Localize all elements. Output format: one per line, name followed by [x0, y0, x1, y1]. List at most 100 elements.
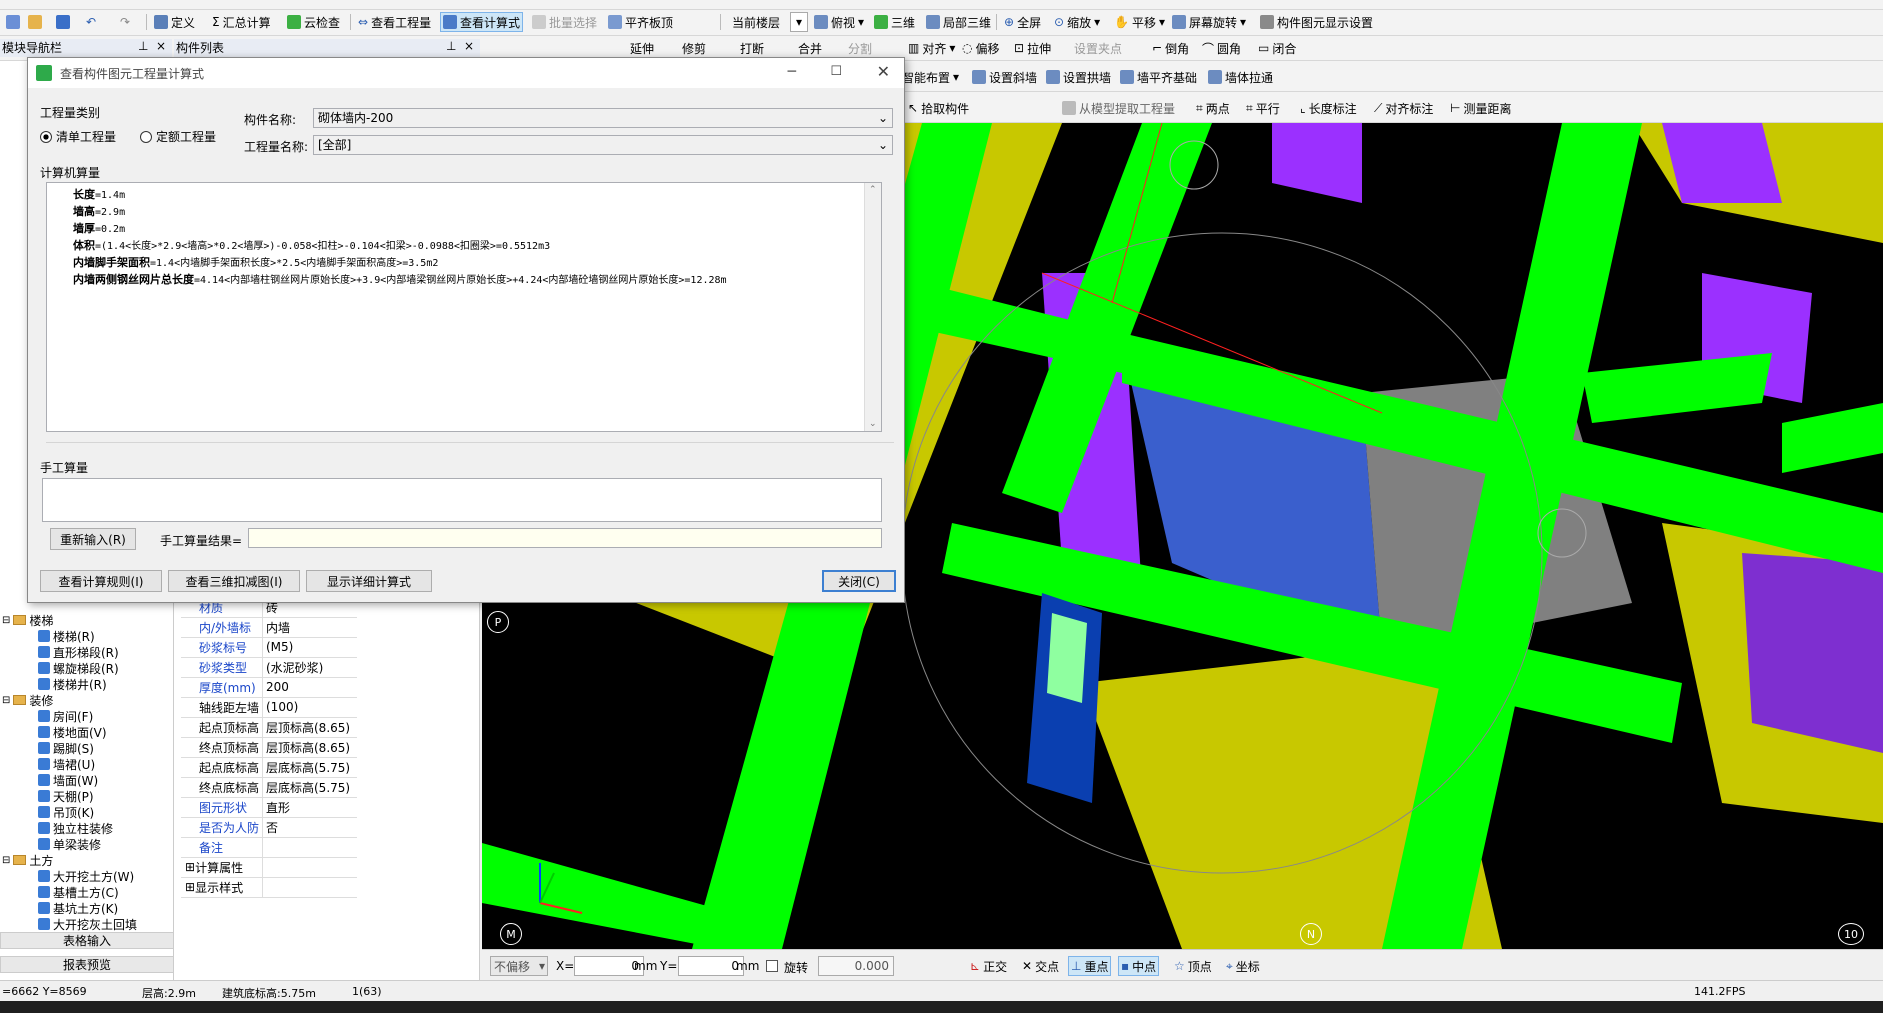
property-row[interactable]: 砂浆标号 (M5) — [181, 637, 357, 658]
manual-result-field[interactable] — [248, 528, 882, 548]
property-value[interactable]: 200 — [263, 677, 357, 697]
screen-rotate-button[interactable]: 屏幕旋转 ▾ — [1170, 12, 1248, 32]
rotate-input[interactable]: 0.000 — [818, 956, 894, 976]
wall-extend-button[interactable]: 墙体拉通 — [1206, 67, 1275, 87]
two-points-button[interactable]: ⌗ 两点 — [1194, 98, 1232, 118]
snap-orthogonal[interactable]: ⊾ 正交 — [968, 956, 1009, 976]
property-value[interactable]: 内墙 — [263, 617, 357, 637]
snap-midpoint[interactable]: ▪ 中点 — [1118, 956, 1160, 976]
tree-item[interactable]: 螺旋梯段(R) — [38, 660, 119, 676]
calc-scrollbar[interactable]: ⌃ ⌄ — [864, 183, 881, 431]
property-row[interactable]: 备注 — [181, 837, 357, 858]
redo-button[interactable]: ↷ — [118, 12, 132, 32]
property-row[interactable]: 内/外墙标 内墙 — [181, 617, 357, 638]
split-button[interactable]: 分割 — [846, 38, 874, 58]
property-value[interactable]: (100) — [263, 697, 357, 717]
property-row[interactable]: ⊞ 显示样式 — [181, 877, 357, 898]
new-file-button[interactable] — [4, 12, 22, 32]
property-value[interactable]: 直形 — [263, 797, 357, 817]
property-row[interactable]: 终点顶标高 层顶标高(8.65) — [181, 737, 357, 758]
merge-button[interactable]: 合并 — [796, 38, 824, 58]
view-quantity-button[interactable]: ⇔ 查看工程量 — [356, 12, 433, 32]
set-grip-button[interactable]: 设置夹点 — [1072, 38, 1124, 58]
property-row[interactable]: 是否为人防否 — [181, 817, 357, 838]
stretch-button[interactable]: ⊡ 拉伸 — [1012, 38, 1053, 58]
reinput-button[interactable]: 重新输入(R) — [50, 528, 136, 550]
close-icon[interactable]: ✕ — [877, 62, 890, 81]
tree-item[interactable]: 大开挖灰土回填 — [38, 916, 137, 932]
trim-button[interactable]: 修剪 — [680, 38, 708, 58]
property-row[interactable]: 厚度(mm) 200 — [181, 677, 357, 698]
collapse-icon[interactable]: ⊟ — [2, 695, 10, 706]
tree-item[interactable]: 墙面(W) — [38, 772, 98, 788]
tree-item[interactable]: 吊顶(K) — [38, 804, 94, 820]
table-input-tab[interactable]: 表格输入 — [0, 932, 174, 949]
snap-vertex[interactable]: ☆ 顶点 — [1172, 956, 1214, 976]
tree-folder[interactable]: ⊟ 装修 — [2, 692, 53, 708]
set-arch-wall-button[interactable]: 设置拱墙 — [1044, 67, 1113, 87]
computer-calc-text[interactable]: 长度=1.4m 墙高=2.9m 墙厚=0.2m 体积=(1.4<长度>*2.9<墙高>… — [46, 182, 882, 432]
extend-button[interactable]: 延伸 — [628, 38, 656, 58]
tree-item[interactable]: 基坑土方(K) — [38, 900, 118, 916]
bill-quantity-radio[interactable]: 清单工程量 — [40, 128, 116, 145]
tree-item[interactable]: 基槽土方(C) — [38, 884, 119, 900]
show-detail-button[interactable]: 显示详细计算式 — [306, 570, 432, 592]
expand-icon[interactable]: ⊞ — [185, 880, 195, 894]
3d-button[interactable]: 三维 — [872, 12, 917, 32]
parallel-button[interactable]: ⌗ 平行 — [1244, 98, 1282, 118]
chamfer-button[interactable]: ⌐ 倒角 — [1150, 38, 1191, 58]
tree-item[interactable]: 直形梯段(R) — [38, 644, 119, 660]
break-button[interactable]: 打断 — [738, 38, 766, 58]
property-row[interactable]: 起点底标高 层底标高(5.75) — [181, 757, 357, 778]
manual-calc-input[interactable] — [42, 478, 882, 522]
save-button[interactable] — [54, 12, 72, 32]
property-value[interactable]: 层顶标高(8.65) — [263, 717, 357, 737]
scroll-up-icon[interactable]: ⌃ — [869, 185, 877, 195]
offset-button[interactable]: ◌ 偏移 — [960, 38, 1002, 58]
property-row[interactable]: ⊞ 计算属性 — [181, 857, 357, 878]
close-icon[interactable]: × — [156, 39, 166, 53]
offset-mode-select[interactable]: 不偏移 ▾ — [490, 956, 548, 976]
snap-intersection[interactable]: ✕ 交点 — [1020, 956, 1061, 976]
property-value[interactable]: 否 — [263, 817, 357, 837]
zoom-button[interactable]: ⊙ 缩放 ▾ — [1052, 12, 1102, 32]
open-file-button[interactable] — [26, 12, 44, 32]
rotate-checkbox[interactable] — [766, 960, 778, 972]
property-row[interactable]: 图元形状 直形 — [181, 797, 357, 818]
tree-item[interactable]: 楼梯(R) — [38, 628, 95, 644]
quota-quantity-radio[interactable]: 定额工程量 — [140, 128, 216, 145]
snap-perpendicular[interactable]: ⊥ 重点 — [1068, 956, 1112, 976]
summary-calc-button[interactable]: Σ 汇总计算 — [210, 12, 273, 32]
property-value[interactable] — [263, 857, 357, 877]
tree-item[interactable]: 天棚(P) — [38, 788, 94, 804]
expand-icon[interactable]: ⊞ — [185, 860, 195, 874]
wall-flush-foundation-button[interactable]: 墙平齐基础 — [1118, 67, 1199, 87]
property-value[interactable]: 层顶标高(8.65) — [263, 737, 357, 757]
tree-item[interactable]: 楼地面(V) — [38, 724, 107, 740]
scroll-down-icon[interactable]: ⌄ — [869, 419, 877, 429]
fillet-button[interactable]: ⌒ 圆角 — [1200, 38, 1243, 58]
collapse-icon[interactable]: ⊟ — [2, 855, 10, 866]
view-rules-button[interactable]: 查看计算规则(I) — [40, 570, 162, 592]
tree-item[interactable]: 楼梯井(R) — [38, 676, 107, 692]
quantity-name-field[interactable]: [全部] ⌄ — [313, 135, 893, 155]
component-name-field[interactable]: 砌体墙内-200 ⌄ — [313, 108, 893, 128]
tree-item[interactable]: 踢脚(S) — [38, 740, 94, 756]
property-value[interactable]: (水泥砂浆) — [263, 657, 357, 677]
set-slant-wall-button[interactable]: 设置斜墙 — [970, 67, 1039, 87]
batch-select-button[interactable]: 批量选择 — [530, 12, 599, 32]
element-display-settings-button[interactable]: 构件图元显示设置 — [1258, 12, 1375, 32]
collapse-icon[interactable]: ⊟ — [2, 615, 10, 626]
measure-distance-button[interactable]: ⊢ 测量距离 — [1448, 98, 1513, 118]
property-value[interactable] — [263, 877, 357, 897]
property-value[interactable] — [263, 837, 357, 857]
property-row[interactable]: 起点顶标高 层顶标高(8.65) — [181, 717, 357, 738]
tree-item[interactable]: 单梁装修 — [38, 836, 101, 852]
property-row[interactable]: 砂浆类型 (水泥砂浆) — [181, 657, 357, 678]
close-shape-button[interactable]: ▭ 闭合 — [1256, 38, 1298, 58]
undo-button[interactable]: ↶ — [84, 12, 98, 32]
tree-item[interactable]: 大开挖土方(W) — [38, 868, 134, 884]
length-dimension-button[interactable]: ⌞ 长度标注 — [1298, 98, 1359, 118]
close-icon[interactable]: × — [464, 39, 474, 53]
minimize-icon[interactable]: ─ — [788, 64, 796, 80]
